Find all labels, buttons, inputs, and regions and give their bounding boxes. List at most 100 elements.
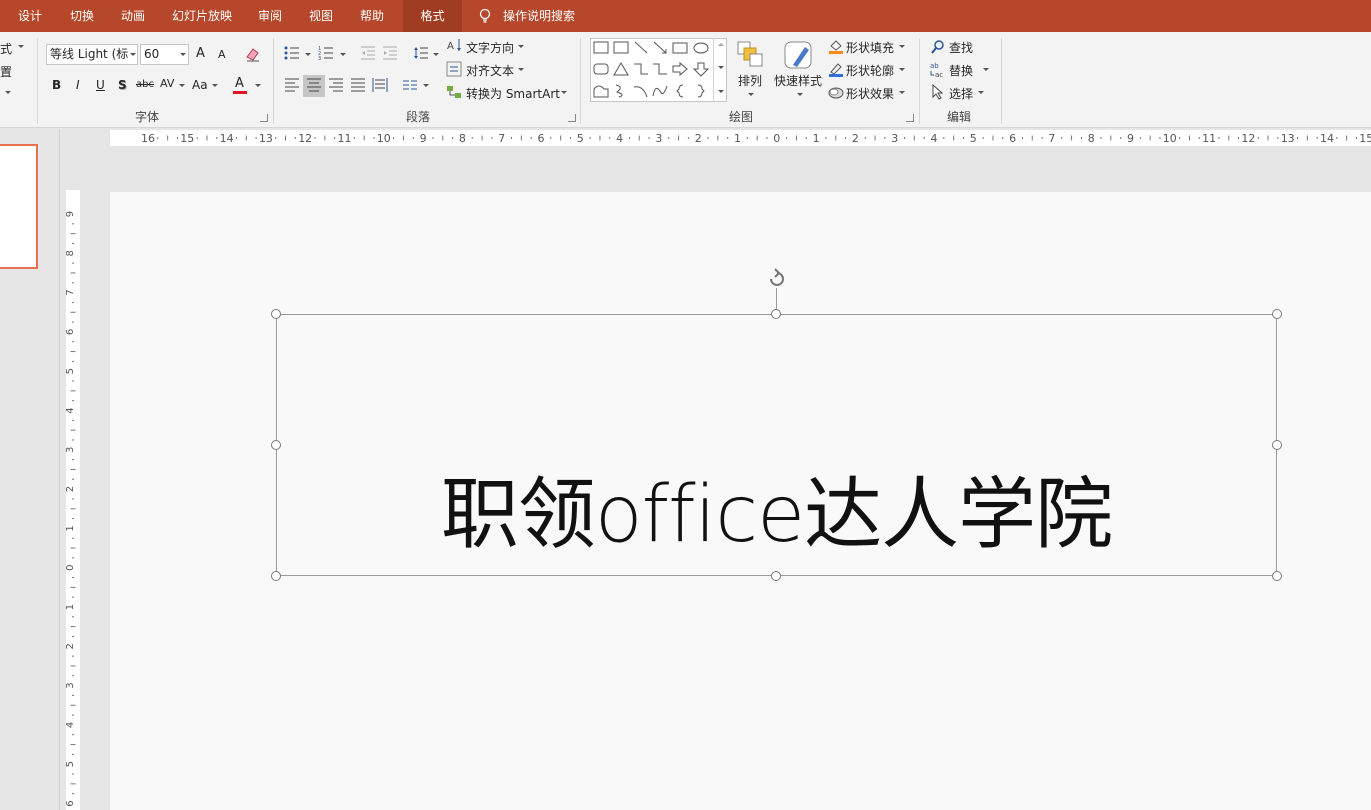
bold-button[interactable]: B [52, 78, 61, 92]
tab-format[interactable]: 格式 [403, 0, 462, 32]
tab-view[interactable]: 视图 [309, 0, 333, 32]
tell-me-search[interactable]: 操作说明搜索 [503, 0, 575, 32]
chevron-down-icon[interactable] [255, 84, 261, 87]
font-name-combo[interactable]: 等线 Light (标 [46, 44, 138, 65]
shapes-gallery-scrollbar[interactable] [713, 38, 727, 102]
align-text-icon[interactable] [446, 61, 462, 77]
font-color-button[interactable]: A [235, 76, 244, 91]
find-label[interactable]: 查找 [949, 39, 973, 56]
resize-handle-top[interactable] [771, 309, 781, 319]
numbering-icon[interactable]: 123 [318, 45, 334, 61]
resize-handle-left[interactable] [271, 440, 281, 450]
reset-partial-label[interactable]: 置 [0, 63, 12, 80]
ruler-label: 16 [141, 132, 155, 145]
chevron-down-icon[interactable] [340, 53, 346, 56]
chevron-down-icon[interactable] [130, 53, 136, 56]
chevron-down-icon[interactable] [180, 53, 186, 56]
align-right-icon[interactable] [328, 78, 344, 92]
chevron-down-icon[interactable] [899, 45, 905, 48]
ruler-label: 10 [377, 132, 391, 145]
replace-icon[interactable]: abac [929, 61, 947, 79]
resize-handle-bottom-right[interactable] [1272, 571, 1282, 581]
tab-design[interactable]: 设计 [18, 0, 42, 32]
grow-font-button[interactable]: A [196, 46, 205, 61]
gallery-expand-icon[interactable] [718, 90, 724, 93]
chevron-down-icon[interactable] [518, 45, 524, 48]
tab-slideshow[interactable]: 幻灯片放映 [172, 0, 232, 32]
quick-styles-icon[interactable] [783, 39, 815, 71]
select-cursor-icon[interactable] [931, 84, 945, 100]
chevron-down-icon[interactable] [305, 53, 311, 56]
slide-thumbnail[interactable] [0, 144, 38, 269]
justify-icon[interactable] [350, 78, 366, 92]
layout-partial-label[interactable]: 式 [0, 40, 12, 57]
bullets-icon[interactable] [284, 45, 300, 61]
italic-button[interactable]: I [76, 78, 80, 92]
chevron-down-icon[interactable] [433, 53, 439, 56]
chevron-down-icon[interactable] [797, 93, 803, 96]
smartart-label[interactable]: 转换为 SmartArt [466, 85, 560, 102]
change-case-button[interactable]: Aa [192, 78, 208, 92]
arrange-icon[interactable] [736, 40, 764, 68]
chevron-down-icon[interactable] [899, 68, 905, 71]
editing-group-label: 编辑 [946, 110, 971, 124]
slide-title-text[interactable]: 职领office达人学院 [276, 470, 1277, 560]
character-spacing-button[interactable]: AV [160, 77, 174, 90]
arrange-label[interactable]: 排列 [738, 72, 762, 89]
ruler-label: 4 [66, 722, 76, 728]
increase-indent-icon[interactable] [382, 45, 398, 61]
chevron-down-icon[interactable] [748, 93, 754, 96]
underline-button[interactable]: U [96, 78, 105, 92]
smartart-icon[interactable] [446, 84, 462, 100]
replace-label[interactable]: 替换 [949, 62, 973, 79]
decrease-indent-icon[interactable] [360, 45, 376, 61]
distributed-icon[interactable] [372, 77, 388, 93]
tab-transitions[interactable]: 切换 [70, 0, 94, 32]
resize-handle-bottom[interactable] [771, 571, 781, 581]
clear-formatting-icon[interactable] [244, 45, 262, 63]
font-dialog-launcher[interactable] [260, 114, 268, 122]
shape-fill-icon[interactable] [828, 38, 844, 54]
line-spacing-icon[interactable] [413, 45, 429, 61]
text-direction-label[interactable]: 文字方向 [466, 39, 514, 56]
shape-fill-label[interactable]: 形状填充 [846, 39, 894, 56]
resize-handle-bottom-left[interactable] [271, 571, 281, 581]
rotate-handle-icon[interactable] [766, 268, 788, 290]
tab-animations[interactable]: 动画 [121, 0, 145, 32]
scroll-up-icon[interactable] [718, 43, 724, 46]
chevron-down-icon[interactable] [518, 68, 524, 71]
chevron-down-icon[interactable] [899, 91, 905, 94]
chevron-down-icon[interactable] [179, 84, 185, 87]
align-left-icon[interactable] [284, 78, 300, 92]
chevron-down-icon[interactable] [561, 91, 567, 94]
select-label[interactable]: 选择 [949, 85, 973, 102]
search-icon[interactable] [930, 39, 946, 55]
drawing-dialog-launcher[interactable] [906, 114, 914, 122]
strikethrough-button[interactable]: abc [136, 79, 154, 90]
scroll-down-icon[interactable] [718, 66, 724, 69]
text-direction-icon[interactable]: A [446, 37, 462, 53]
shapes-gallery-icons [593, 41, 710, 98]
shapes-gallery[interactable] [590, 38, 727, 102]
shape-effects-label[interactable]: 形状效果 [846, 85, 894, 102]
resize-handle-top-left[interactable] [271, 309, 281, 319]
shape-effects-icon[interactable] [828, 84, 844, 100]
chevron-down-icon[interactable] [983, 68, 989, 71]
tab-review[interactable]: 审阅 [258, 0, 282, 32]
shrink-font-button[interactable]: A [218, 48, 226, 61]
paragraph-dialog-launcher[interactable] [568, 114, 576, 122]
quick-styles-label[interactable]: 快速样式 [774, 72, 822, 89]
tab-help[interactable]: 帮助 [360, 0, 384, 32]
align-center-icon[interactable] [306, 78, 322, 92]
shape-outline-label[interactable]: 形状轮廓 [846, 62, 894, 79]
resize-handle-right[interactable] [1272, 440, 1282, 450]
chevron-down-icon[interactable] [212, 84, 218, 87]
shape-outline-icon[interactable] [828, 61, 844, 77]
align-text-label[interactable]: 对齐文本 [466, 62, 514, 79]
columns-icon[interactable] [402, 78, 418, 92]
chevron-down-icon[interactable] [423, 84, 429, 87]
lightbulb-icon[interactable] [477, 8, 493, 24]
chevron-down-icon[interactable] [978, 91, 984, 94]
text-shadow-button[interactable]: S [118, 78, 127, 92]
resize-handle-top-right[interactable] [1272, 309, 1282, 319]
